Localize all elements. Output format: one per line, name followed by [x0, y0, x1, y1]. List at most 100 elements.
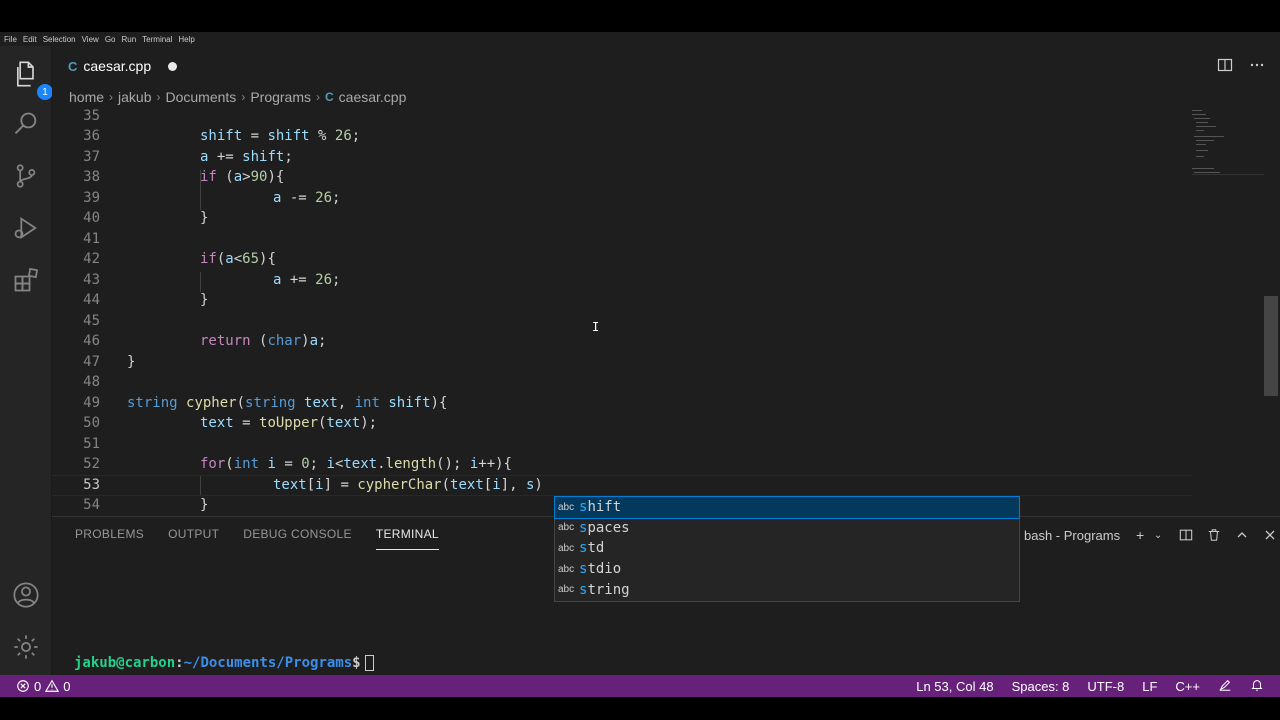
error-count: 0	[34, 678, 42, 694]
cpp-file-icon: C	[325, 90, 334, 104]
video-letterbox-top	[0, 0, 1280, 32]
line-number: 35	[83, 108, 100, 125]
split-terminal-icon[interactable]	[1178, 527, 1194, 543]
chevron-right-icon: ›	[316, 90, 320, 104]
minimap[interactable]	[1188, 108, 1268, 516]
line-number: 44	[83, 292, 100, 309]
status-bar: 0 0 Ln 53, Col 48 Spaces: 8 UTF-8 LF C++	[0, 675, 1280, 697]
code-text: return (char)a;	[200, 333, 327, 350]
suggestion-item[interactable]: abc std	[555, 538, 1019, 559]
menu-help[interactable]: Help	[178, 35, 194, 44]
unsaved-dot-icon[interactable]	[168, 62, 177, 71]
line-number: 36	[83, 128, 100, 145]
prompt-symbol: $	[352, 655, 361, 671]
code-line: 38 if (a>90){	[52, 167, 1192, 188]
tab-caesar-cpp[interactable]: C caesar.cpp	[52, 46, 192, 86]
menu-edit[interactable]: Edit	[23, 35, 37, 44]
code-editor[interactable]: 35 36 shift = shift % 26; 37 a += shift;…	[52, 108, 1280, 516]
code-line: 48	[52, 372, 1192, 393]
menu-terminal[interactable]: Terminal	[142, 35, 172, 44]
suggestion-rest: td	[587, 540, 605, 557]
tab-output[interactable]: OUTPUT	[168, 527, 219, 550]
files-icon[interactable]: 1	[10, 58, 53, 100]
code-text: if (a>90){	[200, 169, 285, 186]
chevron-right-icon: ›	[109, 90, 114, 104]
vertical-scrollbar[interactable]	[1264, 296, 1278, 396]
warning-count: 0	[63, 678, 71, 694]
tab-terminal[interactable]: TERMINAL	[375, 527, 439, 550]
breadcrumb-documents[interactable]: Documents	[166, 89, 237, 105]
breadcrumb-file[interactable]: caesar.cpp	[339, 89, 407, 105]
line-number: 40	[83, 210, 100, 227]
chevron-right-icon: ›	[156, 90, 161, 104]
menu-view[interactable]: View	[82, 35, 99, 44]
code-text: }	[200, 292, 209, 309]
code-line-current: 53 text[i] = cypherChar(text[i], s)	[52, 475, 1192, 496]
encoding[interactable]: UTF-8	[1087, 679, 1124, 694]
maximize-panel-icon[interactable]	[1234, 527, 1250, 543]
tab-debug-console[interactable]: DEBUG CONSOLE	[243, 527, 352, 550]
suggestion-rest: paces	[587, 519, 630, 536]
minimap-viewport	[1192, 174, 1264, 175]
cursor-position[interactable]: Ln 53, Col 48	[916, 679, 993, 694]
suggestion-item[interactable]: abc spaces	[555, 518, 1019, 539]
code-text: }	[127, 354, 136, 371]
terminal-selector[interactable]: bash - Programs	[1024, 528, 1120, 543]
code-line: 50 text = toUpper(text);	[52, 413, 1192, 434]
problems-status[interactable]: 0 0	[16, 679, 70, 694]
tab-problems[interactable]: PROBLEMS	[75, 527, 144, 550]
menu-go[interactable]: Go	[105, 35, 116, 44]
code-line: 35	[52, 108, 1192, 127]
menu-file[interactable]: File	[4, 35, 17, 44]
suggestion-item[interactable]: abc stdio	[555, 559, 1019, 580]
breadcrumb-programs[interactable]: Programs	[250, 89, 311, 105]
minimap-line	[1194, 172, 1220, 173]
feedback-icon[interactable]	[1218, 678, 1232, 695]
language-mode[interactable]: C++	[1175, 679, 1200, 694]
minimap-line	[1194, 118, 1210, 119]
line-number: 46	[83, 333, 100, 350]
tab-label: caesar.cpp	[83, 58, 152, 74]
terminal-cursor	[364, 655, 374, 671]
code-line: 41	[52, 229, 1192, 250]
text-kind-icon: abc	[558, 501, 575, 513]
menu-selection[interactable]: Selection	[43, 35, 76, 44]
terminal-prompt[interactable]: jakub@carbon:~/Documents/Programs$	[74, 655, 374, 671]
menu-run[interactable]: Run	[121, 35, 136, 44]
code-line: 47 }	[52, 352, 1192, 373]
account-icon[interactable]	[10, 579, 42, 611]
close-icon[interactable]	[1262, 527, 1278, 543]
trash-icon[interactable]	[1206, 527, 1222, 543]
prompt-separator: :	[175, 655, 184, 671]
end-of-line[interactable]: LF	[1142, 679, 1157, 694]
code-text: shift = shift % 26;	[200, 128, 361, 145]
suggestion-item[interactable]: abc shift	[554, 496, 1020, 519]
prompt-path: ~/Documents/Programs	[183, 655, 353, 671]
minimap-line	[1196, 150, 1208, 151]
bell-icon[interactable]	[1250, 678, 1264, 695]
more-actions-icon[interactable]	[1248, 56, 1266, 74]
code-line: 44 }	[52, 290, 1192, 311]
minimap-line	[1196, 130, 1204, 131]
code-text: text[i] = cypherChar(text[i], s)	[273, 477, 543, 494]
run-debug-icon[interactable]	[10, 212, 42, 244]
cpp-file-icon: C	[68, 58, 78, 74]
code-text: a += shift;	[200, 149, 293, 166]
warning-icon	[45, 679, 60, 692]
split-editor-icon[interactable]	[1216, 56, 1234, 74]
breadcrumb-jakub[interactable]: jakub	[118, 89, 151, 105]
text-kind-icon: abc	[558, 522, 575, 534]
chevron-down-icon[interactable]: ⌄	[1150, 527, 1166, 543]
source-control-icon[interactable]	[10, 160, 42, 192]
line-number: 47	[83, 354, 100, 371]
extensions-icon[interactable]	[10, 264, 42, 296]
new-terminal-icon[interactable]: +	[1132, 527, 1148, 543]
breadcrumb-home[interactable]: home	[69, 89, 104, 105]
code-line: 37 a += shift;	[52, 147, 1192, 168]
minimap-line	[1192, 168, 1214, 169]
code-line: 40 }	[52, 208, 1192, 229]
indentation[interactable]: Spaces: 8	[1012, 679, 1070, 694]
gear-icon[interactable]	[10, 631, 42, 663]
search-icon[interactable]	[10, 108, 42, 140]
suggestion-item[interactable]: abc string	[555, 579, 1019, 600]
